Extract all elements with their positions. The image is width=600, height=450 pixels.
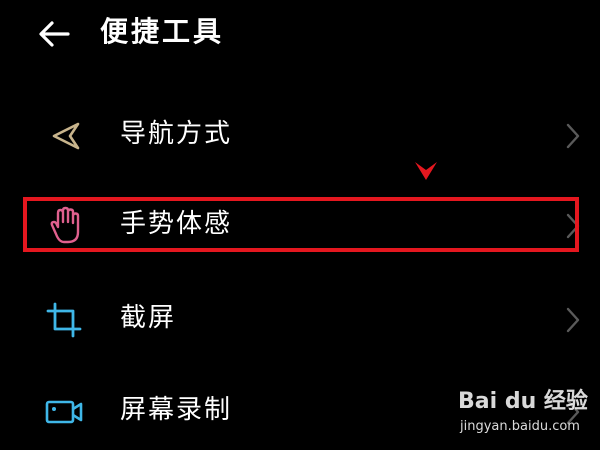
- chevron-right-icon: [566, 213, 580, 239]
- watermark-logo: Bai du 经验: [458, 389, 588, 414]
- watermark-url: jingyan.baidu.com: [460, 419, 580, 434]
- chevron-right-icon: [566, 307, 580, 333]
- hand-gesture-icon: [50, 206, 80, 244]
- page-title: 便捷工具: [100, 15, 225, 48]
- list-item-label: 截屏: [120, 303, 177, 333]
- chevron-right-icon: [566, 123, 580, 149]
- list-item-label: 导航方式: [120, 119, 233, 149]
- settings-screen: 便捷工具 导航方式 手势体感 截屏 屏幕录制 Bai du 经验 jingyan…: [0, 0, 600, 450]
- back-button[interactable]: [34, 14, 74, 54]
- list-item-label: 手势体感: [120, 209, 233, 239]
- navigation-icon: [52, 122, 80, 150]
- list-item-navigation-mode[interactable]: 导航方式: [0, 90, 600, 180]
- annotation-arrow-icon: [415, 162, 437, 180]
- baidu-jingyan-watermark: Bai du 经验 jingyan.baidu.com: [458, 383, 596, 443]
- list-item-gesture-motion[interactable]: 手势体感: [0, 180, 600, 270]
- screen-record-icon: [45, 400, 83, 424]
- header-bar: 便捷工具: [0, 0, 600, 70]
- list-item-screenshot[interactable]: 截屏: [0, 274, 600, 364]
- screenshot-crop-icon: [46, 302, 82, 338]
- back-arrow-icon: [39, 21, 70, 47]
- list-item-label: 屏幕录制: [120, 395, 233, 425]
